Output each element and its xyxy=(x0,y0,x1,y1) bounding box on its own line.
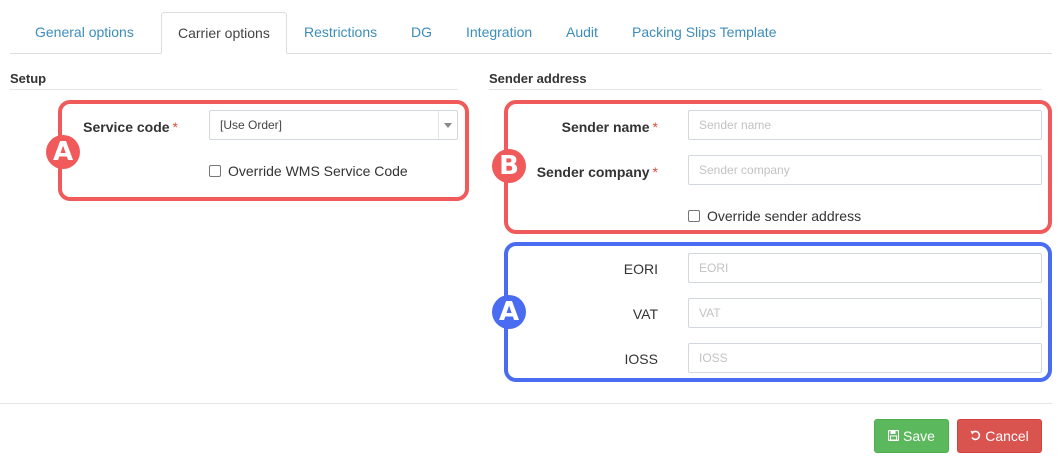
save-icon xyxy=(887,421,900,453)
sender-name-label: Sender name * xyxy=(561,119,658,135)
footer-divider xyxy=(0,403,1052,404)
service-code-value: [Use Order] xyxy=(220,118,283,132)
tab-bar: General options Carrier options Restrict… xyxy=(10,12,1052,54)
override-wms-label: Override WMS Service Code xyxy=(228,163,408,179)
override-wms-checkbox[interactable] xyxy=(209,165,221,177)
ioss-input[interactable]: IOSS xyxy=(688,343,1042,373)
eori-label: EORI xyxy=(623,261,658,277)
setup-divider xyxy=(10,89,458,90)
sender-name-input[interactable]: Sender name xyxy=(688,110,1042,140)
setup-section-title: Setup xyxy=(10,71,47,86)
tab-integration[interactable]: Integration xyxy=(450,12,548,53)
tab-carrier-options[interactable]: Carrier options xyxy=(161,12,287,54)
tab-general-options[interactable]: General options xyxy=(19,12,150,53)
sender-section-title: Sender address xyxy=(489,71,587,86)
cancel-button-label: Cancel xyxy=(985,428,1029,444)
save-button-label: Save xyxy=(903,428,935,444)
tab-packing-slips-template[interactable]: Packing Slips Template xyxy=(616,12,792,53)
sender-company-label: Sender company * xyxy=(536,164,658,180)
ioss-label: IOSS xyxy=(624,351,658,367)
vat-label: VAT xyxy=(632,306,658,322)
override-sender-label: Override sender address xyxy=(707,208,862,224)
override-sender-row: Override sender address xyxy=(688,208,861,224)
vat-input[interactable]: VAT xyxy=(688,298,1042,328)
sender-divider xyxy=(489,89,1042,90)
annotation-badge-a-setup: A xyxy=(46,135,80,169)
override-wms-row: Override WMS Service Code xyxy=(209,163,408,179)
tab-dg[interactable]: DG xyxy=(395,12,448,53)
chevron-down-icon xyxy=(444,123,452,128)
dropdown-arrow-box xyxy=(438,111,457,139)
save-button[interactable]: Save xyxy=(874,419,949,453)
service-code-select[interactable]: [Use Order] xyxy=(209,110,458,140)
annotation-badge-a-customs: A xyxy=(492,295,526,329)
override-sender-checkbox[interactable] xyxy=(688,210,700,222)
eori-input[interactable]: EORI xyxy=(688,253,1042,283)
undo-icon xyxy=(970,421,981,453)
cancel-button[interactable]: Cancel xyxy=(957,419,1042,453)
service-code-label: Service code * xyxy=(83,119,178,135)
tab-restrictions[interactable]: Restrictions xyxy=(288,12,393,53)
tab-audit[interactable]: Audit xyxy=(550,12,614,53)
sender-company-input[interactable]: Sender company xyxy=(688,155,1042,185)
